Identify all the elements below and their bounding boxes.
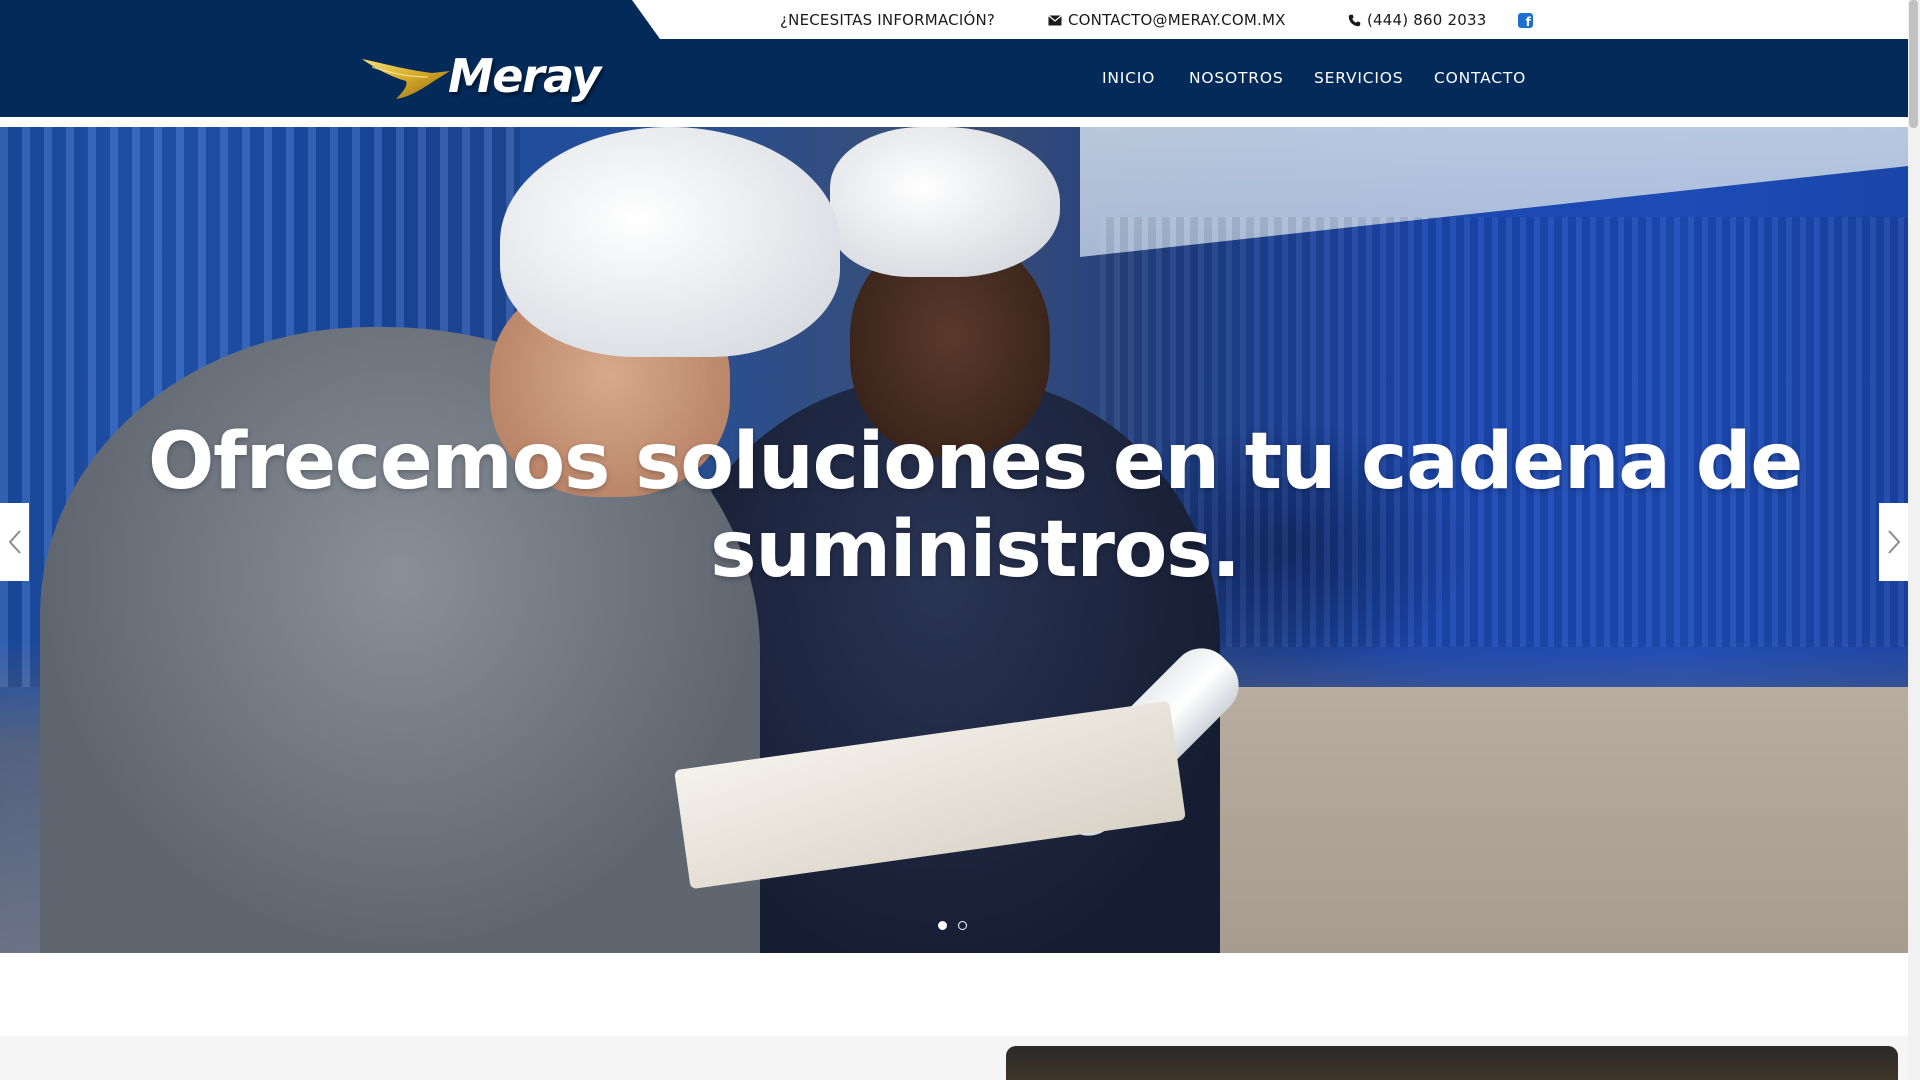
top-info-bar: ¿NECESITAS INFORMACIÓN? CONTACTO@MERAY.C… [0,0,1908,39]
facebook-icon: f [1518,12,1533,28]
hero-title: Ofrecemos soluciones en tu cadena de sum… [147,417,1803,595]
info-label-text: ¿NECESITAS INFORMACIÓN? [780,11,996,29]
topbar-navy-wedge [0,0,660,39]
chevron-right-icon [1887,530,1900,554]
worker-one-helmet [500,127,840,357]
phone-icon [1348,14,1361,26]
logo-text: Meray [448,49,601,103]
page-scrollbar[interactable] [1908,0,1920,1080]
email-text: CONTACTO@MERAY.COM.MX [1068,11,1286,29]
slider-prev-button[interactable] [0,503,29,581]
worker-two-helmet [830,127,1060,277]
image-card [1006,1046,1898,1080]
scrollbar-thumb[interactable] [1909,0,1918,128]
main-header: Meray INICIO NOSOTROS SERVICIOS CONTACTO [0,39,1908,117]
nav-inicio[interactable]: INICIO [1102,69,1155,87]
slider-dots [938,921,967,930]
slider-dot-1[interactable] [938,921,947,930]
envelope-icon [1048,14,1062,25]
nav-nosotros[interactable]: NOSOTROS [1189,69,1284,87]
slider-dot-2[interactable] [958,921,967,930]
wing-logo-icon [362,59,450,99]
chevron-left-icon [8,530,21,554]
phone-link[interactable]: (444) 860 2033 [1348,10,1486,30]
phone-text: (444) 860 2033 [1367,11,1487,29]
email-link[interactable]: CONTACTO@MERAY.COM.MX [1048,10,1286,30]
facebook-link[interactable]: f [1518,10,1533,30]
nav-contacto[interactable]: CONTACTO [1434,69,1526,87]
info-label: ¿NECESITAS INFORMACIÓN? [780,10,995,30]
logo[interactable]: Meray [362,49,601,105]
nav-servicios[interactable]: SERVICIOS [1314,69,1403,87]
slider-next-button[interactable] [1879,503,1908,581]
